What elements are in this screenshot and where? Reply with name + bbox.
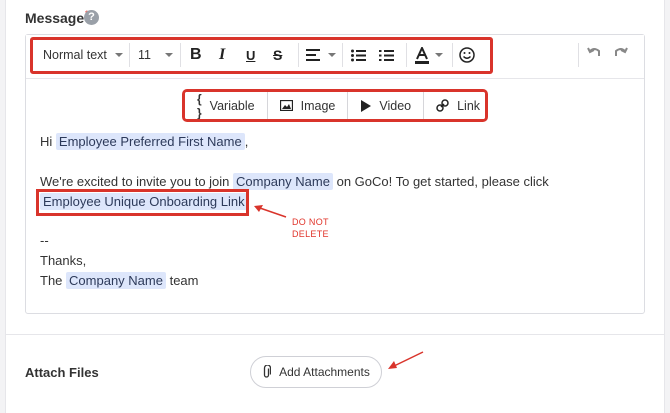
arrow-to-attachments bbox=[388, 351, 424, 369]
arrow-to-link bbox=[254, 205, 287, 218]
annotation-arrows bbox=[254, 205, 424, 369]
